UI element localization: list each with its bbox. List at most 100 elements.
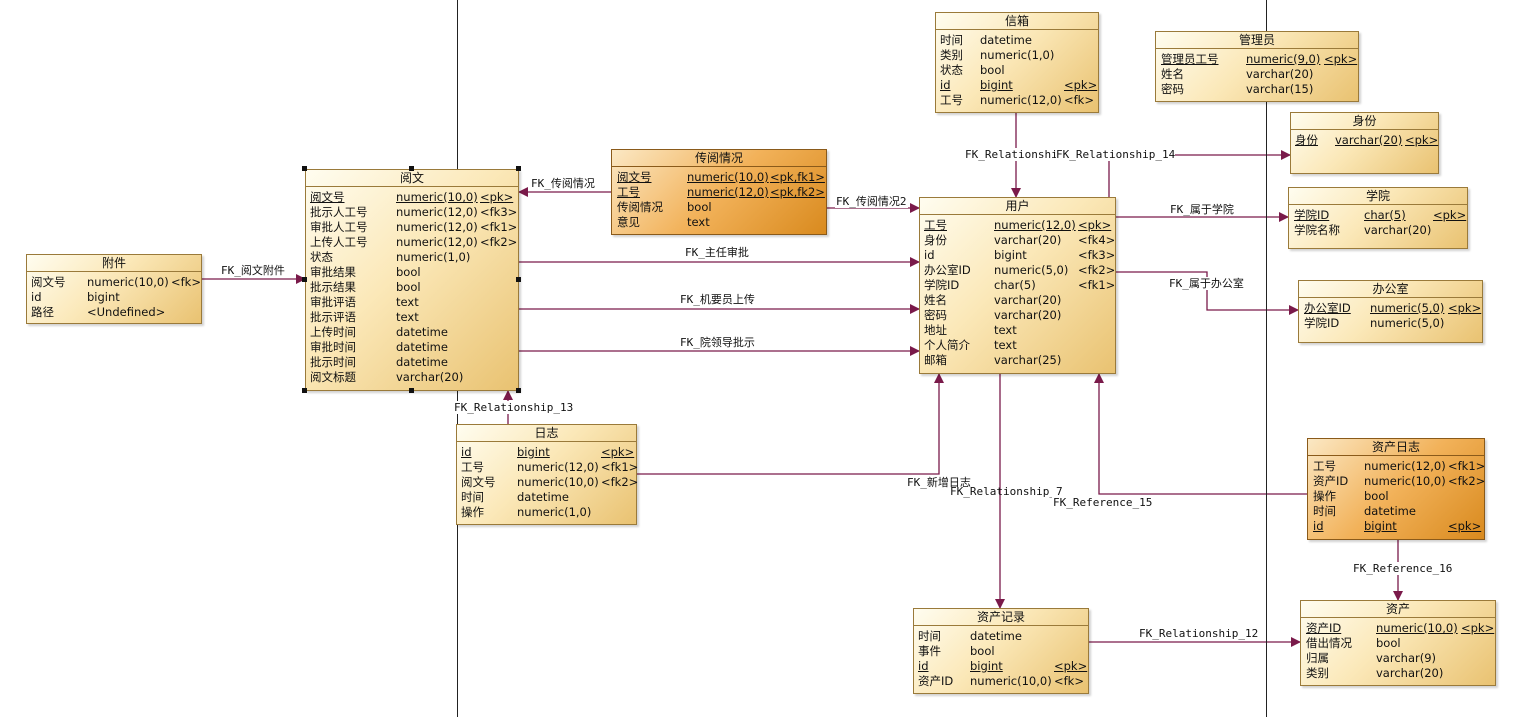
selection-handle[interactable] — [516, 277, 521, 282]
selection-handle[interactable] — [302, 166, 307, 171]
attribute-row[interactable]: 阅文号 numeric(10,0) <pk> — [306, 190, 518, 205]
attribute-row[interactable]: 批示结果 bool — [306, 280, 518, 295]
attribute-key: <pk> — [601, 445, 635, 459]
attribute-row[interactable]: id bigint <pk> — [457, 445, 636, 460]
attribute-key: <fk1> — [1448, 459, 1486, 473]
attribute-row[interactable]: 身份 varchar(20) <pk> — [1291, 133, 1438, 148]
attribute-name: 批示评语 — [310, 310, 356, 324]
attribute-row[interactable]: 资产ID numeric(10,0) <pk> — [1301, 621, 1495, 636]
attribute-row[interactable]: 批示人工号 numeric(12,0) <fk3> — [306, 205, 518, 220]
attribute-row[interactable]: 归属 varchar(9) — [1301, 651, 1495, 666]
entity-yuewen[interactable]: 阅文 阅文号 numeric(10,0) <pk> 批示人工号 numeric(12,0… — [305, 169, 519, 391]
attribute-row[interactable]: 工号 numeric(12,0) <pk> — [920, 218, 1115, 233]
relationship-line-r-zichanrizhi-yonghu[interactable] — [1094, 373, 1307, 495]
attribute-row[interactable]: 密码 varchar(20) — [920, 308, 1115, 323]
attribute-row[interactable]: 状态 numeric(1,0) — [306, 250, 518, 265]
entity-xinxiang[interactable]: 信箱 时间 datetime 类别 numeric(1,0) 状态 bool id bigin… — [935, 12, 1099, 113]
attribute-row[interactable]: 时间 datetime — [1308, 504, 1484, 519]
selection-handle[interactable] — [516, 166, 521, 171]
attribute-row[interactable]: 上传时间 datetime — [306, 325, 518, 340]
attribute-row[interactable]: 学院ID char(5) <pk> — [1289, 208, 1467, 223]
attribute-row[interactable]: 批示时间 datetime — [306, 355, 518, 370]
attribute-row[interactable]: 姓名 varchar(20) — [920, 293, 1115, 308]
attribute-row[interactable]: 姓名 varchar(20) — [1156, 67, 1358, 82]
entity-zichanrizhi[interactable]: 资产日志 工号 numeric(12,0) <fk1> 资产ID numeric(10,… — [1307, 438, 1485, 540]
attribute-row[interactable]: 时间 datetime — [936, 33, 1098, 48]
attribute-row[interactable]: 资产ID numeric(10,0) <fk> — [914, 674, 1088, 689]
attribute-key: <fk2> — [1078, 263, 1116, 277]
attribute-row[interactable]: 审批时间 datetime — [306, 340, 518, 355]
attribute-row[interactable]: 时间 datetime — [457, 490, 636, 505]
attribute-row[interactable]: 操作 bool — [1308, 489, 1484, 504]
attribute-row[interactable]: 阅文号 numeric(10,0) <fk> — [27, 275, 201, 290]
attribute-row[interactable]: 学院ID char(5) <fk1> — [920, 278, 1115, 293]
attribute-row[interactable]: 批示评语 text — [306, 310, 518, 325]
attribute-row[interactable]: 借出情况 bool — [1301, 636, 1495, 651]
attribute-row[interactable]: id bigint — [27, 290, 201, 305]
selection-handle[interactable] — [409, 388, 414, 393]
attribute-row[interactable]: 阅文标题 varchar(20) — [306, 370, 518, 385]
attribute-row[interactable]: 资产ID numeric(10,0) <fk2> — [1308, 474, 1485, 489]
attribute-row[interactable]: id bigint <fk3> — [920, 248, 1115, 263]
relationship-label: FK_主任审批 — [684, 246, 750, 259]
attribute-row[interactable]: 操作 numeric(1,0) — [457, 505, 636, 520]
attribute-row[interactable]: id bigint <pk> — [914, 659, 1088, 674]
attribute-row[interactable]: 工号 numeric(12,0) <fk1> — [457, 460, 638, 475]
relationship-line-r-rizhi-yonghu[interactable] — [637, 373, 944, 475]
attribute-row[interactable]: 路径 <Undefined> — [27, 305, 201, 320]
entity-bangongshi[interactable]: 办公室 办公室ID numeric(5,0) <pk> 学院ID numeric(5,0… — [1298, 280, 1483, 343]
attribute-row[interactable]: 事件 bool — [914, 644, 1088, 659]
entity-title: 学院 — [1289, 188, 1467, 205]
entity-zichanjilu[interactable]: 资产记录 时间 datetime 事件 bool id bigint <pk> 资产ID num… — [913, 608, 1089, 694]
attribute-row[interactable]: 密码 varchar(15) — [1156, 82, 1358, 97]
attribute-row[interactable]: 管理员工号 numeric(9,0) <pk> — [1156, 52, 1358, 67]
entity-zichan[interactable]: 资产 资产ID numeric(10,0) <pk> 借出情况 bool 归属 varcha… — [1300, 600, 1496, 686]
attribute-row[interactable]: 传阅情况 bool — [612, 200, 826, 215]
attribute-row[interactable]: 身份 varchar(20) <fk4> — [920, 233, 1115, 248]
attribute-row[interactable]: 上传人工号 numeric(12,0) <fk2> — [306, 235, 518, 250]
attribute-row[interactable]: 办公室ID numeric(5,0) <fk2> — [920, 263, 1115, 278]
attribute-row[interactable]: 审批结果 bool — [306, 265, 518, 280]
attribute-name: 阅文号 — [310, 190, 345, 204]
attribute-row[interactable]: id bigint <pk> — [936, 78, 1098, 93]
attribute-row[interactable]: 状态 bool — [936, 63, 1098, 78]
entity-yonghu[interactable]: 用户 工号 numeric(12,0) <pk> 身份 varchar(20) <fk4>… — [919, 197, 1116, 374]
attribute-row[interactable]: id bigint <pk> — [1308, 519, 1484, 534]
attribute-name: 身份 — [1295, 133, 1318, 147]
attribute-row[interactable]: 工号 numeric(12,0) <fk1> — [1308, 459, 1486, 474]
attribute-row[interactable]: 学院ID numeric(5,0) — [1299, 316, 1482, 331]
attribute-row[interactable]: 类别 numeric(1,0) — [936, 48, 1098, 63]
attribute-row[interactable]: 个人简介 text — [920, 338, 1115, 353]
selection-handle[interactable] — [516, 388, 521, 393]
attribute-row[interactable]: 学院名称 varchar(20) — [1289, 223, 1467, 238]
entity-shenfen[interactable]: 身份 身份 varchar(20) <pk> — [1290, 112, 1439, 174]
attribute-row[interactable]: 地址 text — [920, 323, 1115, 338]
entity-xueyuan[interactable]: 学院 学院ID char(5) <pk> 学院名称 varchar(20) — [1288, 187, 1468, 249]
entity-guanliyuan[interactable]: 管理员 管理员工号 numeric(9,0) <pk> 姓名 varchar(20) 密码… — [1155, 31, 1359, 102]
attribute-row[interactable]: 阅文号 numeric(10,0) <pk,fk1> — [612, 170, 826, 185]
attribute-type: text — [994, 338, 1017, 352]
attribute-row[interactable]: 审批人工号 numeric(12,0) <fk1> — [306, 220, 518, 235]
attribute-type: bigint — [970, 659, 1003, 673]
relationship-line-r-shenfen[interactable] — [1108, 150, 1291, 197]
attribute-row[interactable]: 阅文号 numeric(10,0) <fk2> — [457, 475, 638, 490]
attribute-name: 邮箱 — [924, 353, 947, 367]
attribute-row[interactable]: 意见 text — [612, 215, 826, 230]
selection-handle[interactable] — [302, 388, 307, 393]
attribute-row[interactable]: 审批评语 text — [306, 295, 518, 310]
entity-fujian[interactable]: 附件 阅文号 numeric(10,0) <fk> id bigint 路径 <Undefi… — [26, 254, 202, 324]
attribute-name: 工号 — [617, 185, 640, 199]
attribute-row[interactable]: 工号 numeric(12,0) <pk,fk2> — [612, 185, 826, 200]
attribute-row[interactable]: 邮箱 varchar(25) — [920, 353, 1115, 368]
entity-chuanyue[interactable]: 传阅情况 阅文号 numeric(10,0) <pk,fk1> 工号 numeric(1… — [611, 149, 827, 235]
attribute-row[interactable]: 办公室ID numeric(5,0) <pk> — [1299, 301, 1482, 316]
selection-handle[interactable] — [302, 277, 307, 282]
attribute-row[interactable]: 工号 numeric(12,0) <fk> — [936, 93, 1098, 108]
attribute-name: 归属 — [1306, 651, 1329, 665]
selection-handle[interactable] — [409, 166, 414, 171]
attribute-row[interactable]: 时间 datetime — [914, 629, 1088, 644]
attribute-type: numeric(1,0) — [396, 250, 471, 264]
attribute-row[interactable]: 类别 varchar(20) — [1301, 666, 1495, 681]
relationship-label: FK_Relationship_14 — [1056, 148, 1176, 161]
entity-rizhi[interactable]: 日志 id bigint <pk> 工号 numeric(12,0) <fk1> 阅文号 nu… — [456, 424, 638, 525]
